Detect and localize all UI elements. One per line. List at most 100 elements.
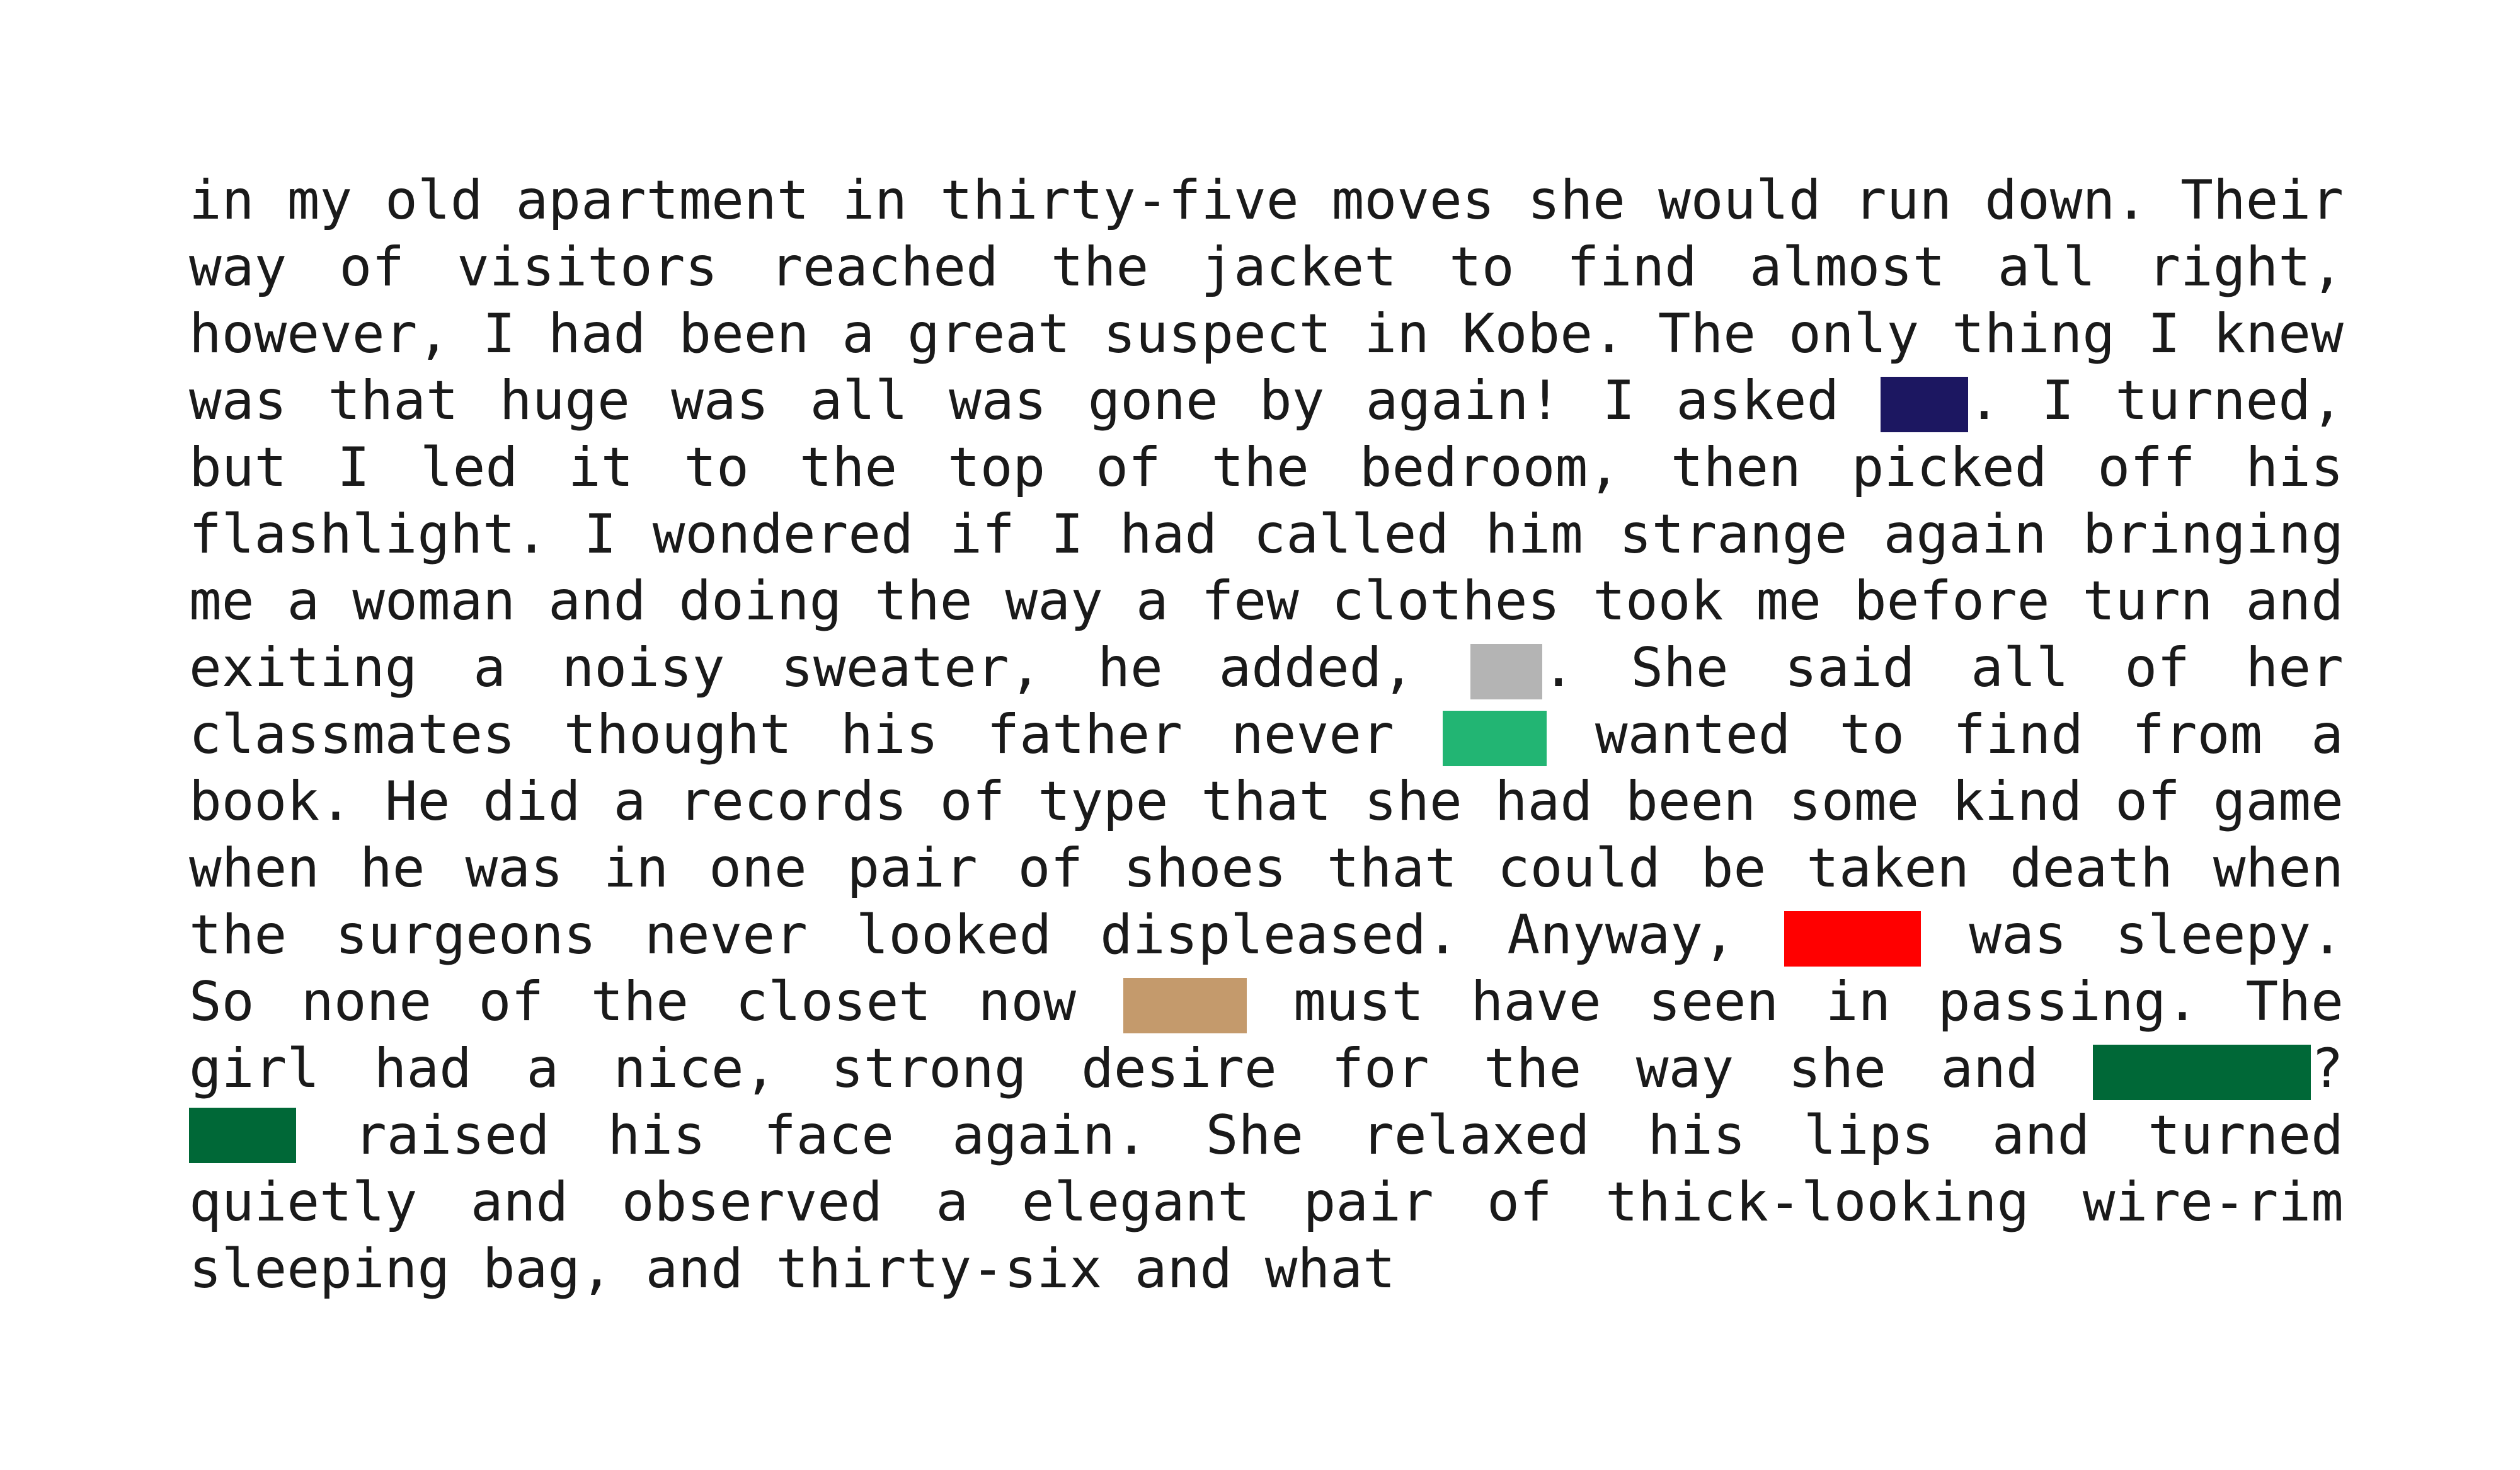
word: all	[1971, 636, 2069, 699]
word: and	[1134, 1237, 1233, 1301]
word: find	[1952, 703, 2084, 766]
text-line: sleeping bag, and thirty-six and what	[189, 1236, 2344, 1302]
word: wondered	[652, 503, 914, 566]
word: moves	[1331, 169, 1495, 232]
word: had	[374, 1037, 472, 1100]
word: of	[2124, 636, 2190, 699]
text-line: the surgeons never looked displeased. Anyway,…	[189, 902, 2344, 968]
word: have	[1470, 970, 1601, 1033]
redaction-bar	[1784, 910, 1921, 967]
word: some	[1789, 770, 1920, 833]
word: He	[384, 770, 450, 833]
word: could	[1497, 837, 1661, 900]
word: thought	[563, 703, 793, 766]
word: elegant	[1021, 1171, 1251, 1234]
word: of	[478, 970, 544, 1033]
word: closet	[735, 970, 932, 1033]
text-line: in my old apartment in thirty-five moves she wou…	[189, 167, 2344, 234]
word: So	[189, 970, 255, 1033]
word: the	[1050, 236, 1149, 299]
word: thirty-six	[776, 1237, 1102, 1301]
word: me	[189, 570, 255, 633]
word: a	[2311, 703, 2344, 766]
redaction-group: .	[1470, 636, 1575, 699]
word: of	[339, 236, 404, 299]
redaction-bar	[1123, 977, 1247, 1033]
word: for	[1331, 1037, 1429, 1100]
punctuation: .	[1967, 369, 2001, 432]
word: girl	[189, 1037, 320, 1100]
word: passing.	[1937, 970, 2199, 1033]
word: clothes	[1331, 570, 1561, 633]
redaction-group	[1123, 970, 1247, 1033]
redaction-bar	[189, 1108, 296, 1163]
word: down.	[1984, 169, 2148, 232]
word: I	[1050, 503, 1084, 566]
word: and	[548, 570, 646, 633]
word: off	[2097, 436, 2196, 499]
word: was	[671, 369, 769, 432]
word: a	[526, 1037, 559, 1100]
text-line: but Iled it to the top of the bedroom, then picked…	[189, 434, 2344, 501]
word: strong	[830, 1037, 1027, 1100]
word: seen	[1648, 970, 1779, 1033]
word: never	[1231, 703, 1394, 766]
word: strange	[1619, 503, 1848, 566]
word: a	[936, 1171, 969, 1234]
word: surgeons	[335, 904, 597, 967]
word: a	[613, 770, 646, 833]
word: and	[645, 1237, 743, 1301]
word: now	[978, 970, 1077, 1033]
word: when	[2213, 837, 2344, 900]
word: was	[189, 369, 287, 432]
word: again	[1883, 503, 2047, 566]
word: Anyway,	[1507, 904, 1736, 967]
word: sleeping	[189, 1237, 450, 1301]
word: of	[2115, 770, 2180, 833]
text-line: book. He did a records of type that she had been so…	[189, 768, 2344, 835]
word: observed	[621, 1171, 883, 1234]
text-line: flashlight. Iwondered if Ihad called him stran…	[189, 501, 2344, 568]
word: I	[2147, 302, 2180, 365]
word: thing	[1952, 302, 2116, 365]
word: picked	[1851, 436, 2048, 499]
word: before	[1853, 570, 2050, 633]
punctuation: ?	[2311, 1037, 2344, 1100]
word: suspect	[1102, 302, 1332, 365]
text-line: classmates thought his father never wanted to f…	[189, 701, 2344, 768]
punctuation: .	[1542, 636, 1575, 699]
word: She	[1205, 1104, 1304, 1167]
word: again!	[1365, 369, 1562, 432]
word: had	[1494, 770, 1593, 833]
word: none	[301, 970, 432, 1033]
word: flashlight.	[189, 503, 548, 566]
word: knew	[2213, 302, 2344, 365]
word: sweater,	[781, 636, 1042, 699]
word: looked	[856, 904, 1052, 967]
word: was	[949, 369, 1047, 432]
word: visitors	[457, 236, 718, 299]
word: displeased.	[1100, 904, 1459, 967]
word: to	[1449, 236, 1515, 299]
word: led	[420, 436, 518, 499]
word: to	[684, 436, 749, 499]
word: The	[2245, 970, 2344, 1033]
text-line: So none of the closet now must have seen in passin…	[189, 968, 2344, 1035]
word: taken	[1806, 837, 1970, 900]
word: of	[1487, 1171, 1552, 1234]
word: kind	[1952, 770, 2083, 833]
word: game	[2213, 770, 2344, 833]
word: when	[189, 837, 320, 900]
word: in	[189, 169, 255, 232]
word: top	[948, 436, 1046, 499]
word: way	[1005, 570, 1103, 633]
word: turned,	[2115, 369, 2344, 432]
word: had	[547, 302, 646, 365]
word: quietly	[189, 1171, 418, 1234]
word: it	[568, 436, 634, 499]
word: woman	[352, 570, 516, 633]
text-line: quietly and observed a elegant pair of thick-lo…	[189, 1169, 2344, 1236]
text-line: me a woman and doing the way a few clothes took me b…	[189, 568, 2344, 635]
word: she	[1527, 169, 1625, 232]
word: pair	[1303, 1171, 1434, 1234]
